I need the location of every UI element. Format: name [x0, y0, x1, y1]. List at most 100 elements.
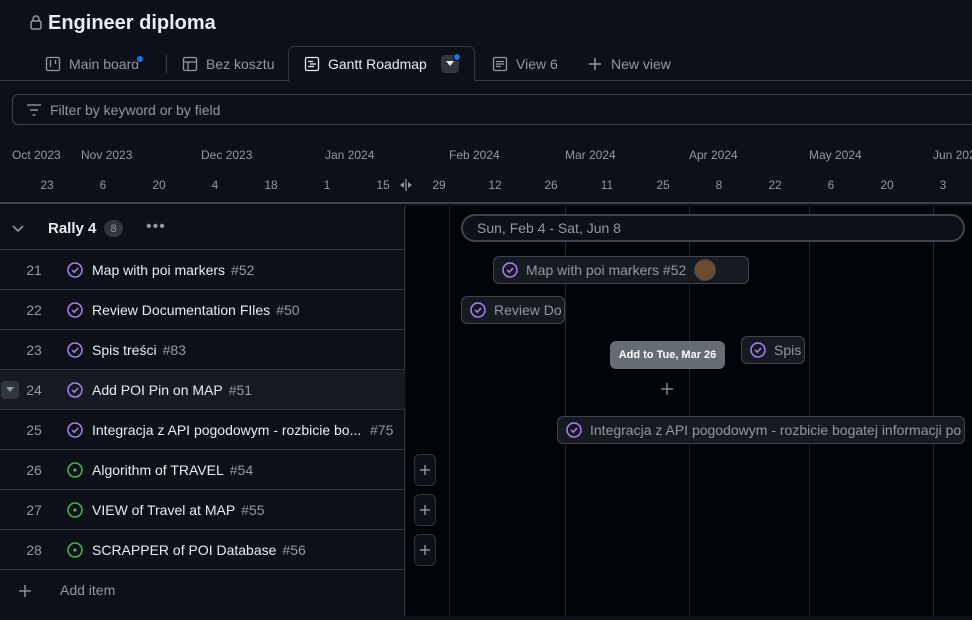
day-label: 6 — [99, 178, 107, 192]
filter-input[interactable]: Filter by keyword or by field — [12, 94, 972, 125]
add-date-button[interactable] — [414, 454, 436, 486]
gantt-bar[interactable]: Map with poi markers #52 — [493, 256, 749, 284]
gridline — [449, 206, 450, 616]
month-label: Oct 2023 — [12, 148, 61, 162]
gantt-bar-label: Review Do — [494, 302, 562, 318]
table-row[interactable]: 24 Add POI Pin on MAP #51 — [0, 370, 405, 410]
divider — [166, 55, 167, 73]
group-name: Rally 4 — [48, 220, 97, 237]
closed-issue-icon — [67, 262, 83, 278]
row-title[interactable]: VIEW of Travel at MAP #55 — [92, 502, 265, 518]
gantt-bar[interactable]: Integracja z API pogodowym - rozbicie bo… — [557, 416, 965, 444]
group-count-badge: 8 — [104, 220, 123, 237]
add-date-button[interactable] — [414, 494, 436, 526]
row-title[interactable]: Algorithm of TRAVEL #54 — [92, 462, 253, 478]
closed-issue-icon — [67, 302, 83, 318]
table-row[interactable]: 22 Review Documentation FIles #50 — [0, 290, 405, 330]
issue-ref: #50 — [276, 302, 300, 318]
row-title[interactable]: Spis treści #83 — [92, 342, 186, 358]
issue-title: Review Documentation FIles — [92, 302, 271, 318]
day-label: 12 — [488, 178, 502, 192]
tab-label: Bez kosztu — [206, 55, 275, 72]
group-date-range[interactable]: Sun, Feb 4 - Sat, Jun 8 — [461, 214, 965, 242]
row-options-button[interactable] — [1, 381, 19, 399]
chevron-down-icon[interactable] — [12, 222, 24, 234]
row-title[interactable]: Review Documentation FIles #50 — [92, 302, 300, 318]
row-number: 27 — [26, 502, 42, 518]
issue-ref: #52 — [231, 262, 255, 278]
tab-bez-kosztu[interactable]: Bez kosztu — [182, 46, 274, 81]
gantt-bar-label: Map with poi markers #52 — [526, 262, 687, 278]
board-icon — [45, 56, 61, 71]
table-row[interactable]: 26 Algorithm of TRAVEL #54 — [0, 450, 405, 490]
day-label: 8 — [715, 178, 723, 192]
row-number: 24 — [26, 382, 42, 398]
add-date-cursor-icon[interactable] — [660, 382, 674, 396]
issue-ref: #83 — [162, 342, 186, 358]
add-date-button[interactable] — [414, 534, 436, 566]
row-number: 21 — [26, 262, 42, 278]
tab-gantt-roadmap[interactable]: Gantt Roadmap — [288, 46, 475, 82]
table-row[interactable]: 25 Integracja z API pogodowym - rozbicie… — [0, 410, 405, 450]
day-label: 11 — [600, 178, 614, 192]
issue-ref: #51 — [228, 382, 253, 398]
gantt-bar-label: Spis — [774, 342, 802, 358]
closed-issue-icon — [67, 342, 83, 358]
open-issue-icon — [67, 462, 83, 478]
table-row[interactable]: 21 Map with poi markers #52 — [0, 250, 405, 290]
group-menu-button[interactable]: ••• — [146, 218, 166, 236]
issue-ref: #55 — [241, 502, 265, 518]
row-number: 23 — [26, 342, 42, 358]
month-label: Apr 2024 — [689, 148, 738, 162]
day-label: 18 — [264, 178, 278, 192]
plus-icon — [589, 57, 601, 70]
closed-issue-icon — [67, 382, 83, 398]
row-number: 25 — [26, 422, 42, 438]
day-label: 6 — [827, 178, 835, 192]
tab-label: New view — [611, 55, 671, 72]
day-label: 3 — [939, 178, 947, 192]
month-label: May 2024 — [809, 148, 862, 162]
month-label: Nov 2023 — [81, 148, 133, 162]
plus-icon — [420, 465, 430, 475]
row-title[interactable]: Integracja z API pogodowym - rozbicie bo… — [92, 422, 361, 438]
closed-issue-icon — [750, 342, 766, 358]
table-icon — [182, 56, 198, 71]
closed-issue-icon — [502, 262, 518, 278]
plus-icon — [420, 505, 430, 515]
add-item-button[interactable]: Add item — [0, 570, 405, 610]
row-title[interactable]: Map with poi markers #52 — [92, 262, 254, 278]
row-title[interactable]: Add POI Pin on MAP #51 — [92, 382, 252, 398]
tab-label: Gantt Roadmap — [328, 56, 427, 72]
gantt-bar[interactable]: Spis — [741, 336, 805, 364]
month-label: Mar 2024 — [565, 148, 616, 162]
issue-title: Algorithm of TRAVEL — [92, 462, 224, 478]
table-row[interactable]: 27 VIEW of Travel at MAP #55 — [0, 490, 405, 530]
gantt-bar-label: Integracja z API pogodowym - rozbicie bo… — [590, 422, 962, 438]
gridline — [809, 206, 810, 616]
tab-notification-dot — [136, 55, 144, 63]
tab-view-6[interactable]: View 6 — [492, 46, 558, 81]
avatar[interactable] — [694, 259, 717, 281]
tab-label: View 6 — [516, 55, 558, 72]
row-number: 28 — [26, 542, 42, 558]
resize-handle-icon[interactable] — [399, 178, 413, 192]
new-view-button[interactable]: New view — [587, 46, 671, 81]
gantt-bar[interactable]: Review Do — [461, 296, 565, 324]
day-label: 23 — [40, 178, 54, 192]
day-label: 15 — [376, 178, 390, 192]
issue-title: Spis treści — [92, 342, 157, 358]
group-header[interactable]: Rally 4 8 ••• — [0, 206, 405, 250]
table-row[interactable]: 23 Spis treści #83 — [0, 330, 405, 370]
tab-main-board[interactable]: Main board — [45, 46, 139, 81]
issue-title: Add POI Pin on MAP — [92, 382, 223, 398]
roadmap-icon — [304, 56, 320, 72]
issue-ref: #75 — [370, 422, 394, 438]
row-title[interactable]: SCRAPPER of POI Database #56 — [92, 542, 306, 558]
gridline — [933, 206, 934, 616]
closed-issue-icon — [566, 422, 582, 438]
filter-placeholder: Filter by keyword or by field — [50, 101, 221, 118]
closed-issue-icon — [470, 302, 486, 318]
table-row[interactable]: 28 SCRAPPER of POI Database #56 — [0, 530, 405, 570]
open-issue-icon — [67, 542, 83, 558]
